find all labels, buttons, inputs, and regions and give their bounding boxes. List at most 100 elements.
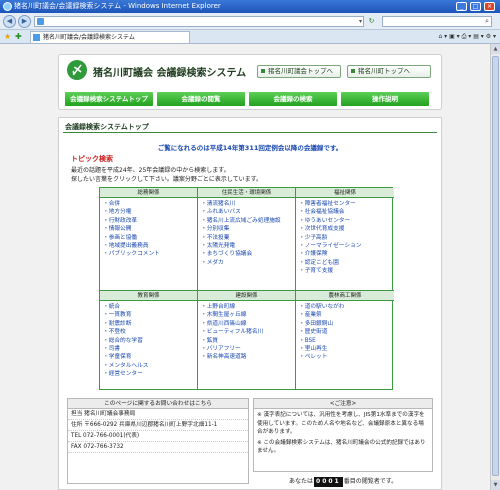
refresh-icon[interactable]: ↻ bbox=[366, 16, 377, 27]
page-viewport: 〆 猪名川町議会 会議録検索システム 猪名川町議会トップへ 猪名川町トップへ 会… bbox=[0, 44, 490, 490]
topic-link[interactable]: メンタルヘルス bbox=[103, 362, 197, 370]
availability-notice: ご覧になれるのは平成14年第311回定例会以降の会議録です。 bbox=[157, 144, 343, 152]
search-icon[interactable]: ⌕ bbox=[485, 17, 489, 26]
topic-link[interactable]: 一貫教育 bbox=[103, 311, 197, 319]
topic-link[interactable]: 県道川西篠山線 bbox=[201, 320, 295, 328]
topic-link[interactable]: 道の駅いながわ bbox=[299, 303, 394, 311]
main-panel: 会議録検索システムトップ ご覧になれるのは平成14年第311回定例会以降の会議録… bbox=[58, 117, 442, 490]
favorites-star-icon[interactable]: ★ bbox=[4, 32, 11, 42]
topic-link[interactable]: 上野台町線 bbox=[201, 303, 295, 311]
topic-link[interactable]: 地方分権 bbox=[103, 208, 197, 216]
topic-link[interactable]: バリアフリー bbox=[201, 345, 295, 353]
topic-link[interactable]: ペレット bbox=[299, 353, 394, 361]
scroll-up-icon[interactable]: ▲ bbox=[491, 44, 500, 54]
topic-link[interactable]: 鉱質 bbox=[201, 337, 295, 345]
topic-link[interactable]: ノーマライゼーション bbox=[299, 242, 394, 250]
topic-link[interactable]: 子育て支援 bbox=[299, 267, 394, 275]
scroll-down-icon[interactable]: ▼ bbox=[491, 480, 500, 490]
topic-link[interactable]: 猪名川上流広域ごみ処理施設 bbox=[201, 217, 295, 225]
address-field[interactable]: ▾ bbox=[34, 16, 364, 27]
topic-link[interactable]: 経営センター bbox=[103, 370, 197, 378]
forward-icon[interactable]: ▶ bbox=[18, 15, 31, 28]
caution-heading: <ご注意> bbox=[254, 399, 432, 409]
topic-link[interactable]: 総合的な学習 bbox=[103, 337, 197, 345]
topic-link[interactable]: BSE bbox=[299, 337, 394, 345]
caution-text: ※ この会議録検索システムは、猪名川町議会の公式的記録ではありません。 bbox=[257, 439, 426, 455]
add-favorites-icon[interactable]: ✚ bbox=[15, 32, 22, 42]
tab-bar: ★ ✚ 猪名川町議会/会議録検索システム ⌂ ▾ ▣ ▾ ⎙ ▾ ▤ ▾ ⚙ ▾ bbox=[0, 30, 500, 44]
nav-browse[interactable]: 会議録の閲覧 bbox=[157, 92, 245, 106]
topic-link[interactable]: 不法投棄 bbox=[201, 234, 295, 242]
council-top-link[interactable]: 猪名川町議会トップへ bbox=[257, 65, 341, 78]
topic-link[interactable]: 地域提出義務員 bbox=[103, 242, 197, 250]
topic-link[interactable]: 分別収集 bbox=[201, 225, 295, 233]
topic-category-header: 建設関係 bbox=[198, 291, 295, 301]
topic-cell-kankyo: 住民生活・環境関係 清流猪名川 ふれあいバス 猪名川上流広域ごみ処理施設 分別収… bbox=[198, 188, 296, 291]
topic-instruction: 探したい言葉をクリックして下さい。議案分野ごとに表示しています。 bbox=[71, 176, 263, 183]
chevron-down-icon[interactable]: ▾ bbox=[359, 17, 362, 26]
contact-line: TEL 072-766-0001(代表) bbox=[68, 431, 248, 442]
topic-link[interactable]: パブリックコメント bbox=[103, 250, 197, 258]
topic-link[interactable]: 清流猪名川 bbox=[201, 200, 295, 208]
topic-link[interactable]: 介護保険 bbox=[299, 250, 394, 258]
minimize-button[interactable]: _ bbox=[456, 2, 467, 11]
nav-search[interactable]: 会議録の検索 bbox=[249, 92, 337, 106]
town-top-link[interactable]: 猪名川町トップへ bbox=[347, 65, 431, 78]
back-icon[interactable]: ◀ bbox=[3, 15, 16, 28]
site-logo: 〆 bbox=[67, 60, 87, 80]
visitor-counter: あなたは 0001 番目の閲覧者です。 bbox=[289, 477, 397, 487]
topic-link[interactable]: 司書 bbox=[103, 345, 197, 353]
counter-suffix: 番目の閲覧者です。 bbox=[343, 478, 398, 485]
topic-category-header: 福祉関係 bbox=[296, 188, 394, 198]
contact-line: FAX 072-766-3732 bbox=[68, 442, 248, 453]
topic-link[interactable]: 統合 bbox=[103, 303, 197, 311]
topic-link[interactable]: 歴史街道 bbox=[299, 328, 394, 336]
address-toolbar: ◀ ▶ ▾ ↻ ⌕ bbox=[0, 13, 500, 30]
topic-link[interactable]: 新名神高速道路 bbox=[201, 353, 295, 361]
counter-value: 0001 bbox=[314, 477, 343, 487]
tab-current[interactable]: 猪名川町議会/会議録検索システム bbox=[30, 31, 190, 43]
topic-category-header: 住民生活・環境関係 bbox=[198, 188, 295, 198]
topic-category-header: 教育関係 bbox=[100, 291, 197, 301]
topic-link[interactable]: 耐震診断 bbox=[103, 320, 197, 328]
topic-link[interactable]: 社会福祉協議会 bbox=[299, 208, 394, 216]
topic-link[interactable]: 次世代育成支援 bbox=[299, 225, 394, 233]
topic-link[interactable]: 多田銀銅山 bbox=[299, 320, 394, 328]
topic-link[interactable]: 木間生屋ヶ丘線 bbox=[201, 311, 295, 319]
page-icon bbox=[37, 18, 44, 25]
caution-box: <ご注意> ※ 漢字表記については、汎用性を考慮し、JIS第1水準までの漢字を使… bbox=[253, 398, 433, 472]
section-divider bbox=[63, 132, 437, 133]
topic-link[interactable]: メダカ bbox=[201, 259, 295, 267]
section-title: 会議録検索システムトップ bbox=[65, 123, 149, 131]
scroll-thumb[interactable] bbox=[492, 56, 499, 476]
topic-link[interactable]: 合併 bbox=[103, 200, 197, 208]
topic-link[interactable]: 情報公開 bbox=[103, 225, 197, 233]
search-input[interactable]: ⌕ bbox=[382, 16, 492, 27]
maximize-button[interactable]: □ bbox=[470, 2, 481, 11]
nav-search-top[interactable]: 会議録検索システムトップ bbox=[65, 92, 153, 106]
topic-heading: トピック検索 bbox=[71, 155, 113, 163]
topic-link[interactable]: 産業祭 bbox=[299, 311, 394, 319]
topic-link[interactable]: 認定こども園 bbox=[299, 259, 394, 267]
topic-link[interactable]: 少子高齢 bbox=[299, 234, 394, 242]
topic-link[interactable]: 太陽光発電 bbox=[201, 242, 295, 250]
topic-cell-kensetsu: 建設関係 上野台町線 木間生屋ヶ丘線 県道川西篠山線 ビューティフル猪名川 鉱質… bbox=[198, 291, 296, 389]
topic-cell-fukushi: 福祉関係 障害者福祉センター 社会福祉協議会 ゆうあいセンター 次世代育成支援 … bbox=[296, 188, 394, 291]
topic-link[interactable]: ふれあいバス bbox=[201, 208, 295, 216]
topic-link[interactable]: 参画と協働 bbox=[103, 234, 197, 242]
topic-link[interactable]: ビューティフル猪名川 bbox=[201, 328, 295, 336]
contact-box: このページに関するお問い合わせはこちら 担当 猪名川町議会事務局 住所 〒666… bbox=[67, 398, 249, 484]
contact-heading: このページに関するお問い合わせはこちら bbox=[68, 399, 248, 409]
topic-link[interactable]: 学童保育 bbox=[103, 353, 197, 361]
topic-link[interactable]: 里山再生 bbox=[299, 345, 394, 353]
close-button[interactable]: × bbox=[484, 2, 495, 11]
caution-text: ※ 漢字表記については、汎用性を考慮し、JIS第1水準までの漢字を使用しています… bbox=[257, 412, 425, 435]
topic-link[interactable]: 行財政改革 bbox=[103, 217, 197, 225]
vertical-scrollbar[interactable]: ▲ ▼ bbox=[490, 44, 500, 490]
topic-link[interactable]: 不登校 bbox=[103, 328, 197, 336]
topic-link[interactable]: ゆうあいセンター bbox=[299, 217, 394, 225]
topic-link[interactable]: まちづくり協議会 bbox=[201, 250, 295, 258]
command-bar[interactable]: ⌂ ▾ ▣ ▾ ⎙ ▾ ▤ ▾ ⚙ ▾ bbox=[438, 31, 496, 43]
topic-link[interactable]: 障害者福祉センター bbox=[299, 200, 394, 208]
nav-help[interactable]: 操作説明 bbox=[341, 92, 429, 106]
